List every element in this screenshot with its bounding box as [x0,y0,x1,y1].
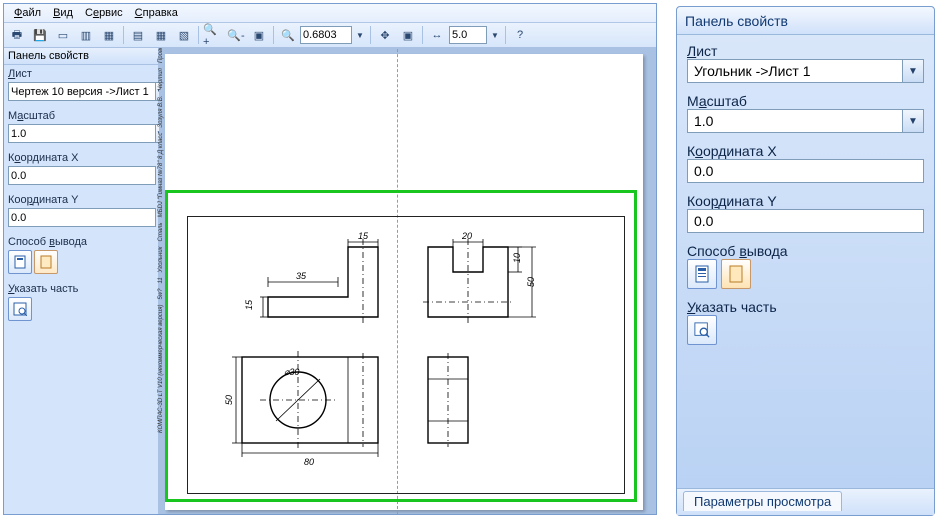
move-icon[interactable]: ✥ [374,24,396,46]
menu-bar: ФФайлайл Вид Сервис Справка [4,4,656,23]
svg-text:10: 10 [512,253,522,263]
menu-view[interactable]: Вид [47,7,79,19]
svg-text:35: 35 [296,271,307,281]
app-window: ФФайлайл Вид Сервис Справка 🖶 💾 ▭ ▥ ▦ ▤ … [3,3,657,515]
output-label: Способ вывода [8,236,154,248]
scale-select[interactable] [688,110,902,132]
zoom-icon[interactable]: 🔍 [277,24,299,46]
step-dropdown-icon[interactable]: ▼ [488,24,502,46]
menu-file[interactable]: ФФайлайл [8,7,47,19]
coordx-label: Координата X [687,143,924,159]
drawing-border: КОМПАС-3D LT V10 (некоммерческая версия)… [187,216,625,494]
output-mode-sheet-icon[interactable] [721,259,751,289]
svg-text:15: 15 [244,299,254,310]
coordy-input[interactable] [8,208,156,227]
menu-help[interactable]: Справка [129,7,184,19]
sheet-label: Лист [687,43,924,59]
sheet-select[interactable] [688,60,902,82]
title-block-text: КОМПАС-3D LT V10 (некоммерческая версия)… [158,48,164,433]
select-part-icon[interactable] [687,315,717,345]
coordy-input[interactable] [688,210,923,232]
part-label: Указать часть [8,283,154,295]
print-icon[interactable]: 🖶 [6,24,28,46]
scale-label: Масштаб [8,110,154,122]
zoom-input[interactable] [300,26,352,44]
svg-text:80: 80 [304,457,314,467]
coordx-input[interactable] [688,160,923,182]
zoom-in-icon[interactable]: 🔍+ [202,24,224,46]
pages-icon[interactable]: ▥ [75,24,97,46]
svg-text:50: 50 [526,277,536,287]
svg-text:15: 15 [358,231,369,241]
svg-text:20: 20 [461,231,472,241]
panel-title: Панель свойств [4,48,158,65]
coordx-input[interactable] [8,166,156,185]
step-input[interactable] [449,26,487,44]
zoom-out-icon[interactable]: 🔍- [225,24,247,46]
sheet-select[interactable] [8,82,156,101]
output-mode-sheet-icon[interactable] [34,250,58,274]
panel-title: Панель свойств [677,7,934,35]
target-icon[interactable]: ▣ [397,24,419,46]
output-label: Способ вывода [687,243,924,259]
coordy-label: Координата Y [687,193,924,209]
help-icon[interactable]: ? [509,24,531,46]
layout3-icon[interactable]: ▧ [173,24,195,46]
scale-label: Масштаб [687,93,924,109]
svg-text:⌀30: ⌀30 [284,367,299,377]
select-part-icon[interactable] [8,297,32,321]
drawing-canvas[interactable]: КОМПАС-3D LT V10 (некоммерческая версия)… [159,48,656,514]
panel-tab-bar: Параметры просмотра [677,488,934,515]
zoom-fit-icon[interactable]: ▣ [248,24,270,46]
sheet-label: Лист [8,68,154,80]
output-mode-page-icon[interactable] [687,259,717,289]
coordy-label: Координата Y [8,194,154,206]
svg-text:50: 50 [224,395,234,405]
save-icon[interactable]: 💾 [29,24,51,46]
chevron-down-icon[interactable]: ▼ [902,60,923,82]
tab-view-params[interactable]: Параметры просмотра [683,491,842,511]
layout1-icon[interactable]: ▤ [127,24,149,46]
part-label: Указать часть [687,299,924,315]
output-mode-page-icon[interactable] [8,250,32,274]
properties-panel-left: Панель свойств Лист ▼ Масштаб ▼ Координа… [4,48,159,514]
page-icon[interactable]: ▭ [52,24,74,46]
chevron-down-icon[interactable]: ▼ [902,110,923,132]
layout2-icon[interactable]: ▦ [150,24,172,46]
coordx-label: Координата X [8,152,154,164]
grid-icon[interactable]: ▦ [98,24,120,46]
menu-service[interactable]: Сервис [79,7,129,19]
paper-sheet: КОМПАС-3D LT V10 (некоммерческая версия)… [165,54,643,510]
scale-select[interactable] [8,124,156,143]
ruler-icon[interactable]: ↔ [426,24,448,46]
zoom-dropdown-icon[interactable]: ▼ [353,24,367,46]
properties-panel-right: Панель свойств Лист ▼ Масштаб ▼ Координа… [676,6,935,516]
toolbar: 🖶 💾 ▭ ▥ ▦ ▤ ▦ ▧ 🔍+ 🔍- ▣ 🔍 ▼ ✥ ▣ ↔ ▼ ? [4,23,656,48]
technical-drawing: 15 35 15 [188,217,624,493]
